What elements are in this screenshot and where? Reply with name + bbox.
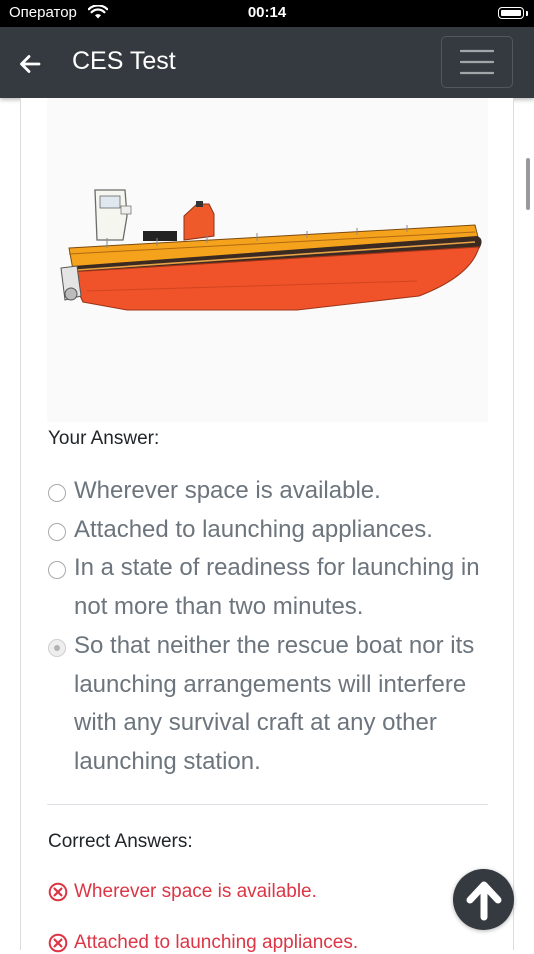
answer-option[interactable]: Attached to launching appliances.: [48, 511, 488, 550]
arrow-left-icon: [20, 55, 41, 73]
section-divider: [47, 804, 488, 805]
correct-answers-label: Correct Answers:: [48, 831, 193, 852]
wrong-answer-item: Attached to launching appliances.: [48, 932, 358, 954]
scroll-to-top-button[interactable]: [453, 869, 514, 930]
status-bar: Оператор 00:14: [0, 0, 534, 27]
battery-icon: [498, 7, 524, 19]
answer-option[interactable]: In a state of readiness for launching in…: [48, 549, 488, 626]
question-card: Your Answer: Wherever space is available…: [20, 98, 514, 953]
wrong-answer-item: Wherever space is available.: [48, 881, 317, 903]
hamburger-icon: [460, 49, 494, 75]
radio-button-checked[interactable]: [48, 638, 66, 657]
answer-option[interactable]: Wherever space is available.: [48, 472, 488, 511]
answer-option-selected[interactable]: So that neither the rescue boat nor its …: [48, 627, 488, 782]
back-button[interactable]: [12, 48, 48, 80]
menu-toggle-button[interactable]: [441, 36, 513, 88]
answer-option-text: Attached to launching appliances.: [74, 515, 433, 543]
rescue-boat-illustration: [60, 189, 482, 311]
answer-option-text: In a state of readiness for launching in…: [74, 554, 480, 621]
wrong-answer-text: Wherever space is available.: [74, 881, 317, 902]
circle-x-icon: [48, 933, 68, 953]
answer-option-text: Wherever space is available.: [74, 477, 381, 504]
battery-tip: [526, 11, 528, 16]
radio-button[interactable]: [48, 484, 66, 502]
page-title: CES Test: [72, 47, 176, 75]
radio-button[interactable]: [48, 561, 66, 580]
clock-label: 00:14: [247, 4, 287, 21]
circle-x-icon: [48, 882, 68, 902]
wrong-answer-text: Attached to launching appliances.: [74, 932, 359, 953]
answer-option-text: So that neither the rescue boat nor its …: [74, 631, 475, 775]
radio-button[interactable]: [48, 522, 66, 541]
arrow-up-icon: [466, 881, 501, 920]
answer-options: Wherever space is available. Attached to…: [48, 472, 488, 782]
scrollbar-thumb[interactable]: [526, 158, 530, 210]
question-image: [47, 98, 488, 422]
top-navbar: CES Test: [0, 27, 534, 98]
your-answer-label: Your Answer:: [48, 428, 160, 449]
